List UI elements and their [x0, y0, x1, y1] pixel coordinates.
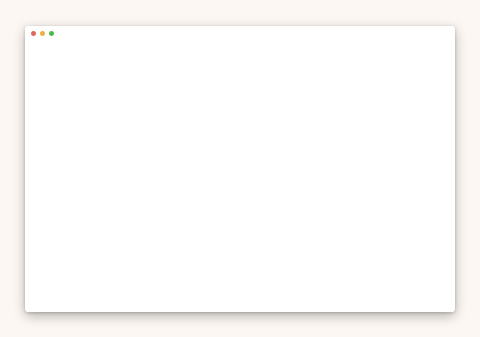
desktop-background	[0, 0, 480, 337]
close-button[interactable]	[31, 31, 36, 36]
window-content	[25, 42, 455, 312]
app-window	[25, 26, 455, 312]
minimize-button[interactable]	[40, 31, 45, 36]
maximize-button[interactable]	[49, 31, 54, 36]
window-titlebar[interactable]	[25, 26, 455, 42]
window-controls	[31, 31, 54, 36]
